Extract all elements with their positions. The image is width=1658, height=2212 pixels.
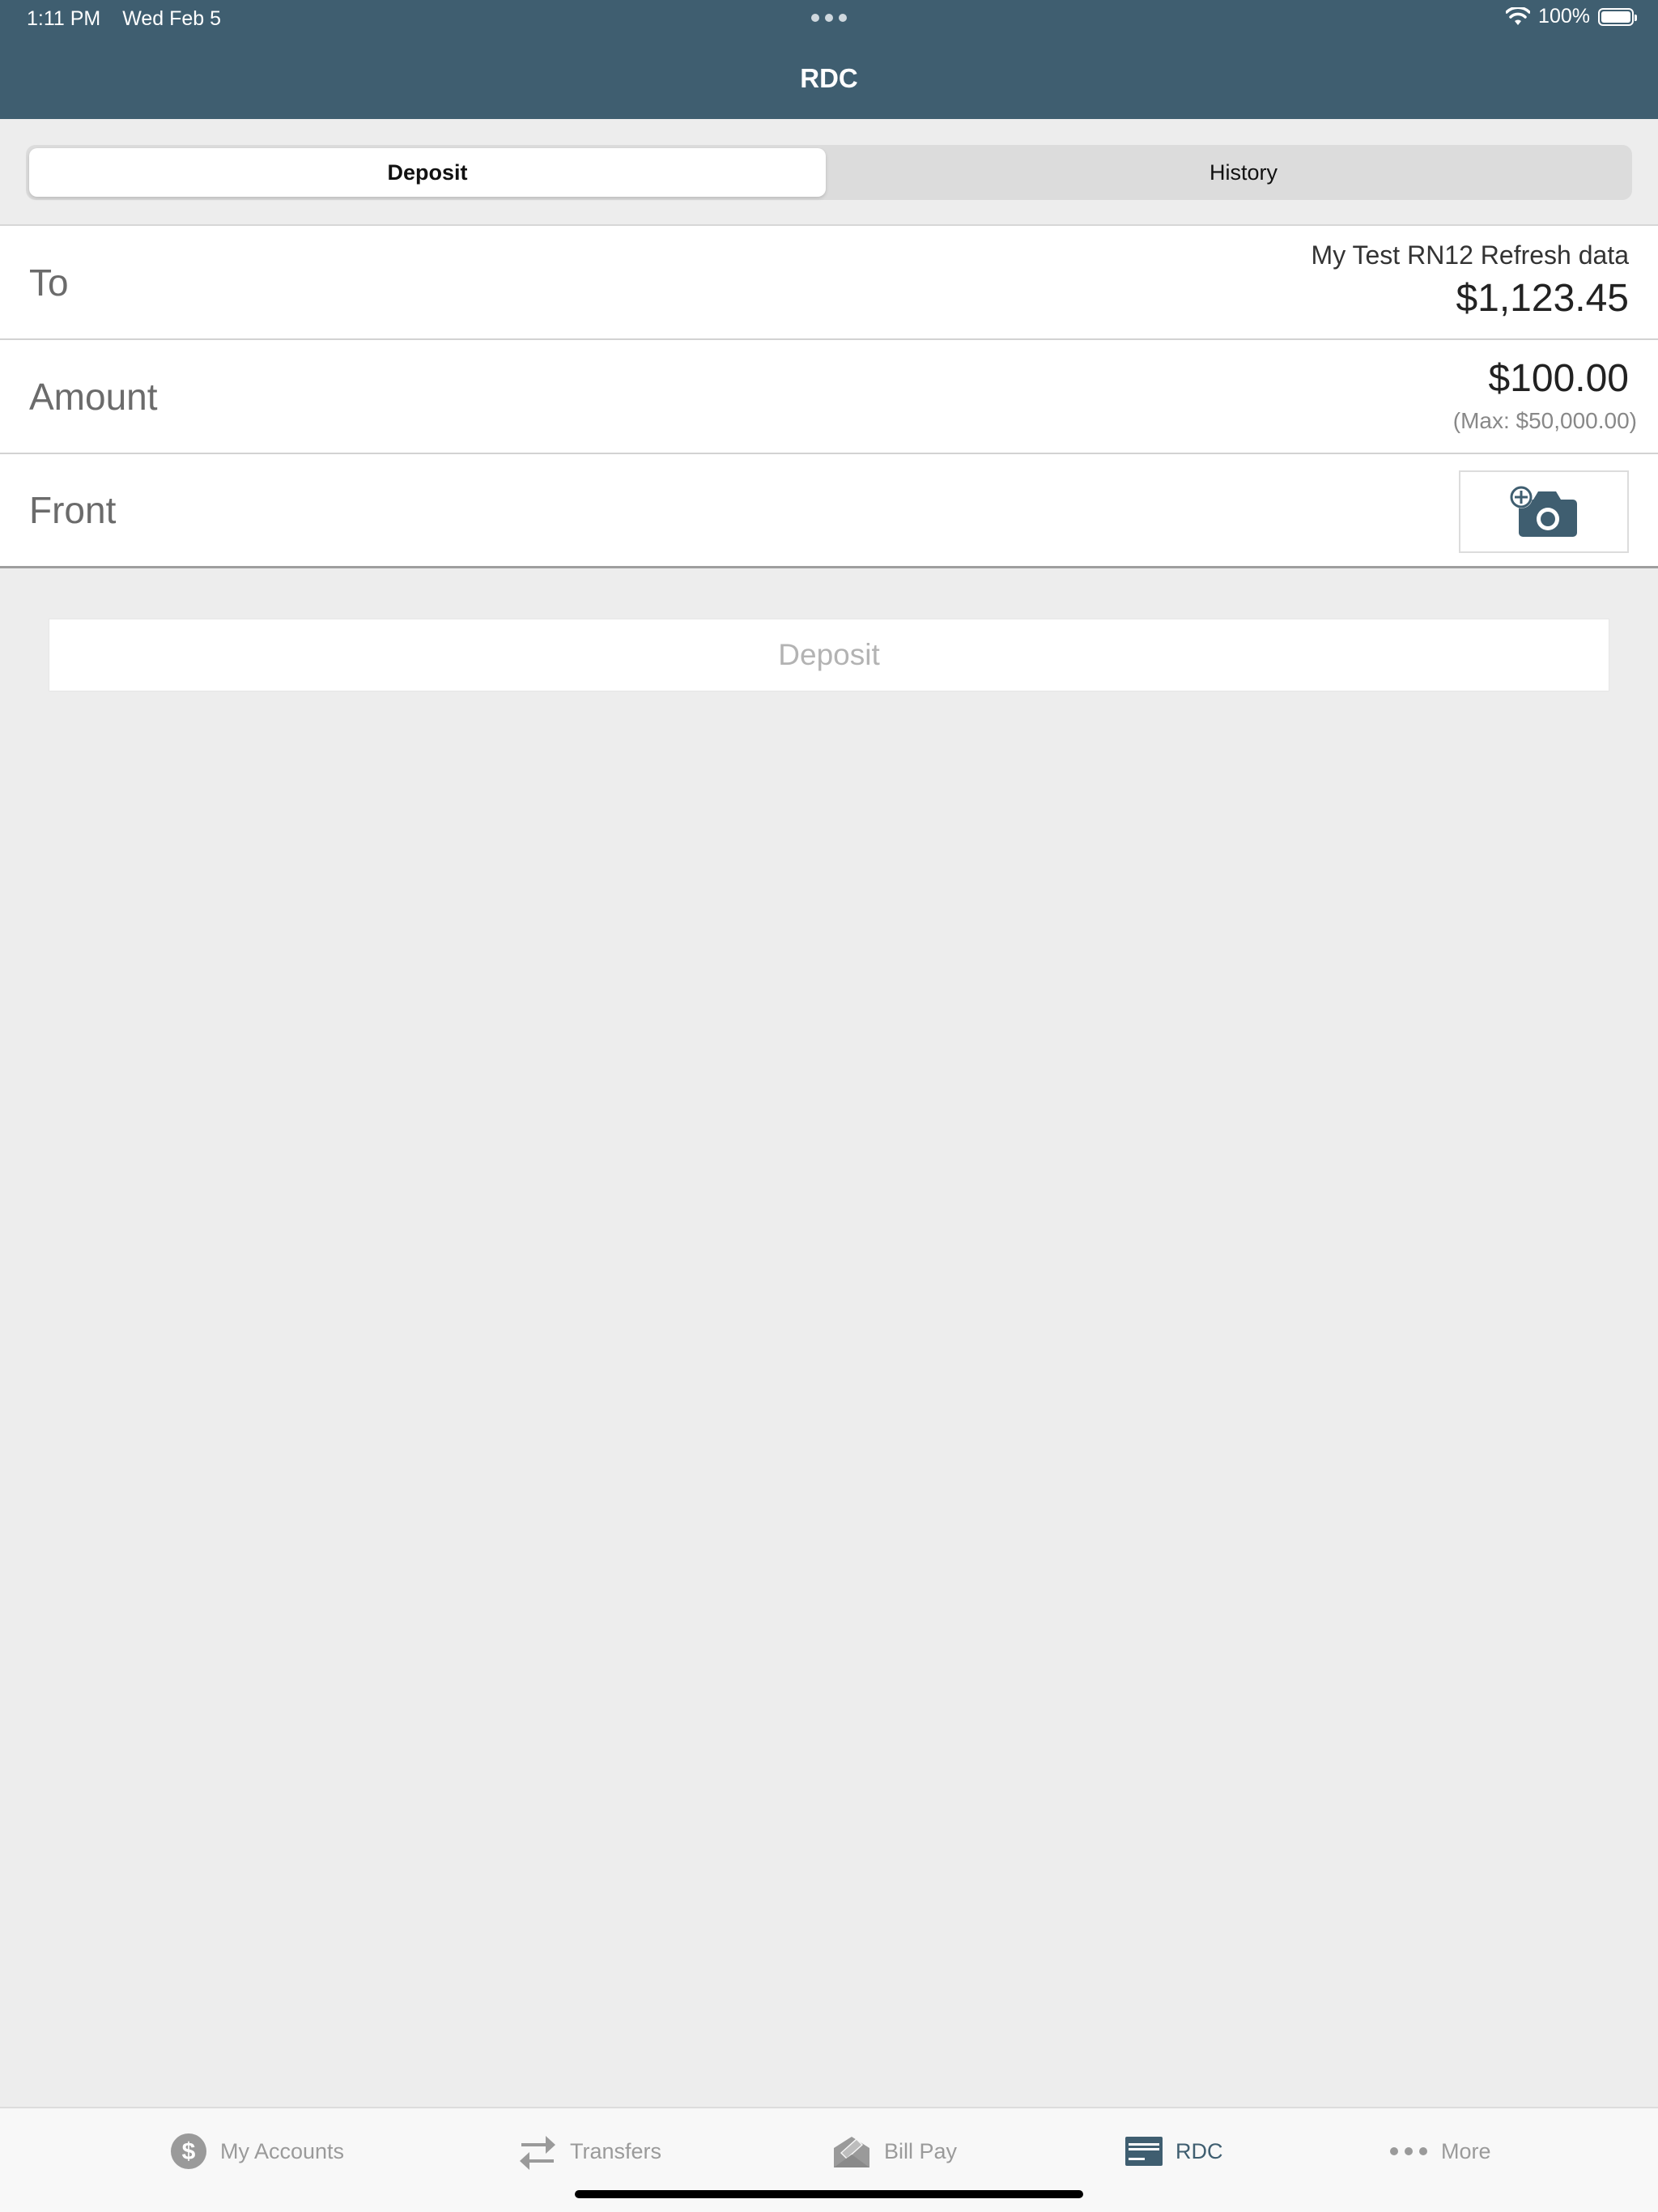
amount-value[interactable]: $100.00 <box>1488 356 1629 401</box>
amount-max: (Max: $50,000.00) <box>1452 408 1637 433</box>
tab-deposit[interactable]: Deposit <box>29 148 826 197</box>
status-time-text: 1:11 PM <box>27 7 101 30</box>
amount-row[interactable]: Amount $100.00 (Max: $50,000.00) <box>0 340 1658 454</box>
home-indicator[interactable] <box>575 2190 1083 2198</box>
check-card-icon <box>1125 2137 1163 2166</box>
tab-my-accounts[interactable]: $ My Accounts <box>170 2131 344 2172</box>
battery-icon <box>1598 7 1637 26</box>
tab-transfers-label: Transfers <box>570 2138 662 2163</box>
page-title: RDC <box>800 63 858 93</box>
amount-label: Amount <box>29 375 158 418</box>
status-time: 1:11 PM Wed Feb 5 <box>27 7 221 31</box>
status-date: Wed Feb 5 <box>122 7 222 30</box>
bill-pay-icon <box>834 2137 869 2167</box>
tab-rdc[interactable]: RDC <box>1125 2131 1223 2172</box>
front-label: Front <box>29 489 117 531</box>
to-account-balance: $1,123.45 <box>1456 277 1629 320</box>
deposit-form: To My Test RN12 Refresh data $1,123.45 A… <box>0 226 1658 568</box>
camera-add-icon <box>1510 486 1577 537</box>
more-dots-icon <box>1390 2147 1427 2155</box>
svg-text:$: $ <box>182 2138 196 2165</box>
capture-front-button[interactable] <box>1459 470 1629 553</box>
battery-percent: 100% <box>1538 5 1590 28</box>
multitasking-dots-icon[interactable] <box>811 11 847 24</box>
to-account-name: My Test RN12 Refresh data <box>1311 240 1629 270</box>
to-account-row[interactable]: To My Test RN12 Refresh data $1,123.45 <box>0 226 1658 340</box>
tab-transfers[interactable]: Transfers <box>518 2131 661 2172</box>
front-image-row: Front <box>0 454 1658 568</box>
header-bar: 1:11 PM Wed Feb 5 100% RDC <box>0 0 1658 119</box>
tab-history[interactable]: History <box>845 148 1642 197</box>
tab-rdc-label: RDC <box>1175 2138 1223 2163</box>
transfer-arrows-icon <box>520 2136 555 2170</box>
tab-bill-pay-label: Bill Pay <box>884 2138 958 2163</box>
to-label: To <box>29 261 69 304</box>
dollar-circle-icon: $ <box>171 2133 206 2169</box>
segmented-control: Deposit History <box>26 145 1632 200</box>
deposit-button[interactable]: Deposit <box>49 619 1609 691</box>
wifi-icon <box>1506 6 1531 25</box>
segment-container: Deposit History <box>0 119 1658 226</box>
tab-more-label: More <box>1441 2138 1491 2163</box>
tab-my-accounts-label: My Accounts <box>220 2138 345 2163</box>
tab-more[interactable]: More <box>1389 2131 1491 2172</box>
status-indicators: 100% <box>1506 5 1637 28</box>
tab-bill-pay[interactable]: Bill Pay <box>832 2131 957 2172</box>
